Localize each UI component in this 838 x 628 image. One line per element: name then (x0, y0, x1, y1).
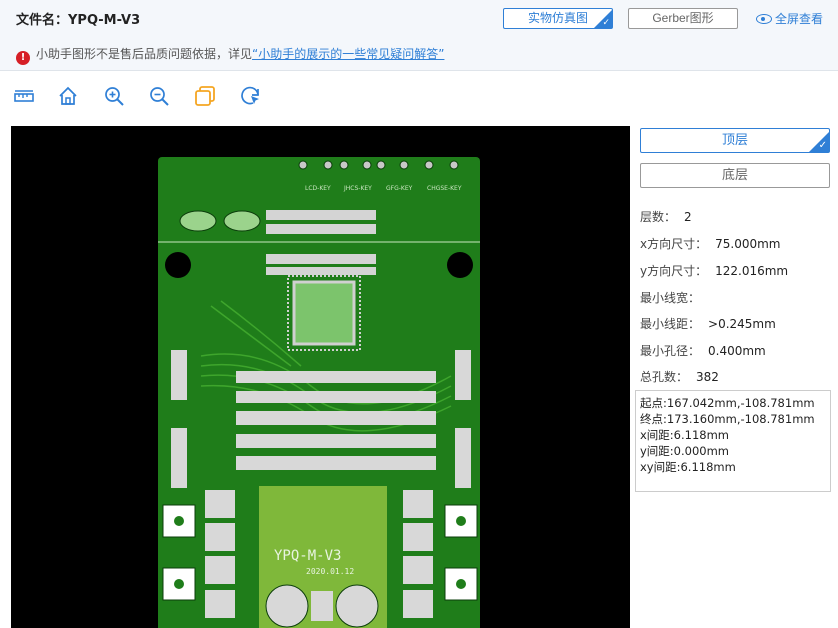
bottom-layer-label: 底层 (721, 168, 748, 183)
connector-label: GFG-KEY (386, 185, 413, 192)
view-sim-label: 实物仿真图 (527, 11, 588, 25)
view-gerber-label: Gerber图形 (652, 11, 714, 25)
stat-min-width: 最小线宽： (640, 291, 701, 305)
ruler-icon[interactable] (13, 85, 35, 107)
connector-label: CHGSE-KEY (427, 185, 462, 192)
warning-icon: ! (16, 51, 30, 65)
measure-x-distance: x间距:6.118mm (640, 428, 730, 442)
stat-hole-count: 总孔数： 382 (640, 370, 719, 384)
fullscreen-label: 全屏查看 (775, 12, 824, 26)
measure-xy-distance: xy间距:6.118mm (640, 460, 736, 474)
stat-min-hole: 最小孔径： 0.400mm (640, 344, 766, 358)
measure-end: 终点:173.160mm,-108.781mm (640, 412, 815, 426)
toolbar (0, 70, 838, 122)
top-layer-button[interactable]: 顶层 ✓ (640, 128, 830, 153)
header-bar: 文件名：YPQ-M-V3 实物仿真图 ✓ Gerber图形 全屏查看 ! 小助手图… (0, 0, 838, 70)
side-panel: 顶层 ✓ 底层 层数： 2 x方向尺寸： 75.000mm y方向尺寸： 122.01… (632, 126, 838, 628)
stat-x-size: x方向尺寸： 75.000mm (640, 237, 781, 251)
faq-link[interactable]: “小助手的展示的一些常见疑问解答” (252, 47, 444, 61)
view-gerber-button[interactable]: Gerber图形 (628, 8, 738, 29)
stat-min-spacing: 最小线距： >0.245mm (640, 317, 776, 331)
stat-layer-count: 层数： 2 (640, 210, 692, 224)
layers-icon[interactable] (194, 85, 216, 107)
top-layer-label: 顶层 (721, 133, 748, 148)
refresh-cursor-icon[interactable] (240, 85, 262, 107)
check-icon: ✓ (818, 140, 827, 151)
warning-notice: ! 小助手图形不是售后品质问题依据，详见“小助手的展示的一些常见疑问解答” (16, 45, 444, 65)
measure-y-distance: y间距:0.000mm (640, 444, 730, 458)
bottom-layer-button[interactable]: 底层 (640, 163, 830, 188)
stat-y-size: y方向尺寸： 122.016mm (640, 264, 789, 278)
connector-label: JHCS-KEY (343, 185, 372, 192)
measure-readout: 起点:167.042mm,-108.781mm 终点:173.160mm,-10… (635, 390, 831, 492)
silk-date: 2020.01.12 (306, 567, 354, 576)
zoom-in-icon[interactable] (103, 85, 125, 107)
warning-text: 小助手图形不是售后品质问题依据，详见 (36, 47, 253, 61)
measure-start: 起点:167.042mm,-108.781mm (640, 396, 815, 410)
silk-title: YPQ-M-V3 (274, 548, 341, 564)
view-sim-button[interactable]: 实物仿真图 ✓ (503, 8, 613, 29)
eye-icon (756, 14, 772, 24)
zoom-out-icon[interactable] (148, 85, 170, 107)
check-icon: ✓ (602, 17, 610, 27)
pcb-viewport[interactable]: LCD-KEY JHCS-KEY GFG-KEY CHGSE-KEY YPQ-M… (11, 126, 630, 628)
pcb-board-image: LCD-KEY JHCS-KEY GFG-KEY CHGSE-KEY YPQ-M… (158, 157, 480, 628)
file-title: 文件名：YPQ-M-V3 (16, 13, 141, 28)
connector-label: LCD-KEY (305, 185, 331, 192)
home-icon[interactable] (57, 85, 79, 107)
fullscreen-button[interactable]: 全屏查看 (756, 10, 823, 27)
